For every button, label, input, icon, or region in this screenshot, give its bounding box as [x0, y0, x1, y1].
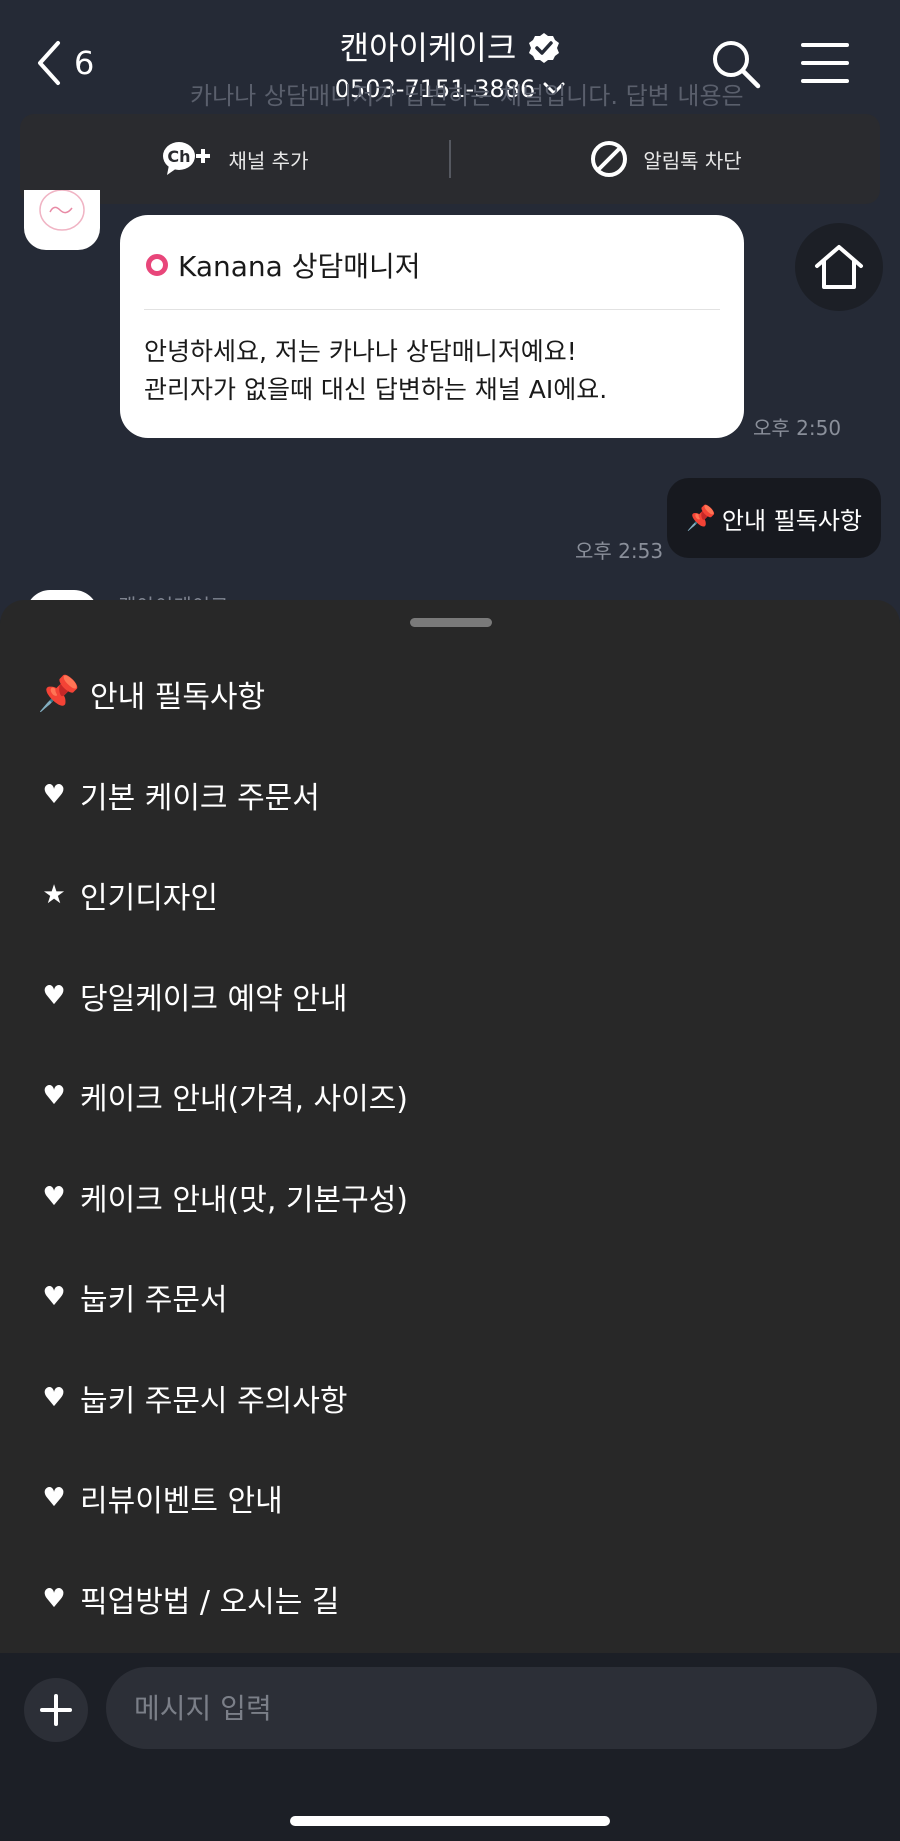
verified-badge-icon	[529, 33, 560, 63]
cafe-logo-icon	[39, 190, 85, 231]
menu-button[interactable]	[800, 40, 850, 86]
heart-icon: ♥	[42, 1583, 66, 1614]
unread-count: 6	[74, 44, 95, 82]
channel-notice: 카나나 상담매니저가 답변하는 채널입니다. 답변 내용은	[190, 82, 744, 110]
svg-text:Ch: Ch	[167, 147, 190, 166]
menu-item-label: 안내 필독사항	[90, 680, 266, 716]
menu-item-label: 픽업방법 / 오시는 길	[80, 1584, 340, 1620]
bubble-divider	[144, 309, 720, 310]
block-label: 알림톡 차단	[643, 148, 742, 173]
menu-item-same-day[interactable]: ♥ 당일케이크 예약 안내	[36, 946, 864, 1047]
home-icon	[815, 245, 863, 289]
menu-item-basic-order[interactable]: ♥ 기본 케이크 주문서	[36, 745, 864, 846]
menu-item-label: 기본 케이크 주문서	[80, 780, 320, 816]
message-input[interactable]	[106, 1667, 877, 1749]
menu-item-nupki-order[interactable]: ♥ 눕키 주문서	[36, 1247, 864, 1348]
heart-icon: ♥	[42, 1081, 66, 1112]
menu-item-label: 케이크 안내(가격, 사이즈)	[80, 1082, 409, 1118]
home-button[interactable]	[795, 223, 883, 311]
menu-item-review-event[interactable]: ♥ 리뷰이벤트 안내	[36, 1448, 864, 1549]
user-message-bubble: 📌 안내 필독사항	[667, 478, 881, 558]
block-icon	[591, 141, 628, 177]
pushpin-icon: 📌	[686, 504, 716, 532]
menu-item-label: 눕키 주문시 주의사항	[80, 1383, 348, 1419]
bot-message-line-2: 관리자가 없을때 대신 답변하는 채널 AI에요.	[144, 375, 608, 404]
quick-menu-list: 📌 안내 필독사항 ♥ 기본 케이크 주문서 ★ 인기디자인 ♥ 당일케이크 예…	[36, 644, 864, 1649]
bot-message-line-1: 안녕하세요, 저는 카나나 상담매니저예요!	[144, 337, 577, 366]
menu-item-label: 당일케이크 예약 안내	[80, 981, 348, 1017]
menu-item-notice[interactable]: 📌 안내 필독사항	[36, 644, 864, 745]
heart-icon: ♥	[42, 1181, 66, 1212]
menu-item-price-size[interactable]: ♥ 케이크 안내(가격, 사이즈)	[36, 1046, 864, 1147]
add-channel-label: 채널 추가	[228, 148, 309, 173]
sheet-drag-handle[interactable]	[410, 618, 492, 627]
quick-menu-sheet: 📌 안내 필독사항 ♥ 기본 케이크 주문서 ★ 인기디자인 ♥ 당일케이크 예…	[0, 600, 900, 1655]
menu-item-label: 눕키 주문서	[80, 1283, 228, 1319]
chevron-left-icon	[38, 41, 60, 85]
attach-button[interactable]	[24, 1678, 88, 1742]
heart-icon: ♥	[42, 1382, 66, 1413]
menu-item-popular-design[interactable]: ★ 인기디자인	[36, 845, 864, 946]
heart-icon: ♥	[42, 980, 66, 1011]
star-icon: ★	[42, 880, 66, 911]
plus-icon	[40, 1694, 72, 1726]
channel-avatar[interactable]	[24, 190, 100, 250]
menu-item-label: 리뷰이벤트 안내	[80, 1484, 283, 1520]
page-title: 캔아이케이크	[339, 29, 517, 67]
message-input-bar	[0, 1653, 900, 1841]
back-button[interactable]: 6	[36, 38, 116, 88]
heart-icon: ♥	[42, 779, 66, 810]
heart-icon: ♥	[42, 1483, 66, 1514]
heart-icon: ♥	[42, 1282, 66, 1313]
home-indicator	[290, 1816, 610, 1826]
pushpin-icon: 📌	[37, 674, 81, 715]
user-message-time: 오후 2:53	[575, 539, 664, 563]
menu-item-flavor[interactable]: ♥ 케이크 안내(맛, 기본구성)	[36, 1147, 864, 1248]
menu-item-label: 케이크 안내(맛, 기본구성)	[80, 1182, 409, 1218]
block-notification-button[interactable]: 알림톡 차단	[451, 114, 880, 204]
menu-item-pickup[interactable]: ♥ 픽업방법 / 오시는 길	[36, 1549, 864, 1650]
menu-item-label: 인기디자인	[80, 881, 218, 917]
bot-message-time: 오후 2:50	[753, 416, 842, 440]
hamburger-menu-icon	[801, 43, 849, 83]
channel-add-icon: Ch	[162, 142, 210, 175]
bot-sender-name: Kanana 상담매니저	[178, 250, 421, 283]
kanana-logo-icon	[146, 254, 168, 276]
channel-action-bar: Ch 채널 추가 알림톡 차단	[20, 114, 880, 204]
user-message-text: 안내 필독사항	[721, 506, 862, 535]
menu-item-nupki-caution[interactable]: ♥ 눕키 주문시 주의사항	[36, 1348, 864, 1449]
bot-message-bubble: Kanana 상담매니저 안녕하세요, 저는 카나나 상담매니저예요! 관리자가…	[120, 215, 744, 438]
